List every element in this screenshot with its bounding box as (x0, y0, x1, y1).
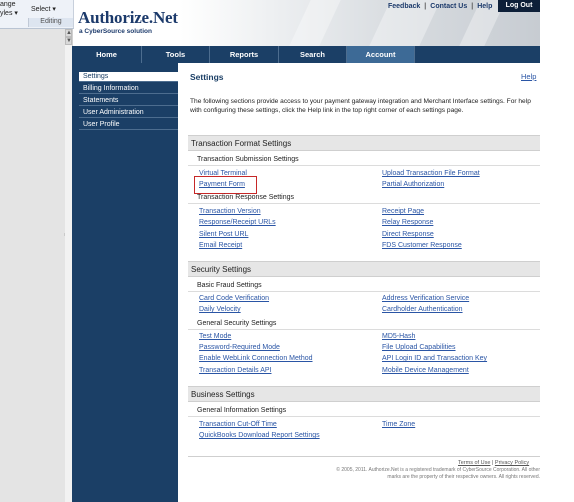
link-api-login-id[interactable]: API Login ID and Transaction Key (382, 355, 487, 362)
help-link[interactable]: Help (521, 72, 536, 81)
footer-links: Terms of Use | Privacy Policy (458, 460, 529, 466)
privacy-policy-link[interactable]: Privacy Policy (495, 460, 529, 466)
sidebar-item-user-profile[interactable]: User Profile (79, 120, 178, 130)
link-time-zone[interactable]: Time Zone (382, 421, 415, 428)
divider (188, 291, 540, 292)
intro-text: The following sections provide access to… (190, 98, 531, 114)
subsection-general-security: General Security Settings (197, 320, 277, 327)
link-md5-hash[interactable]: MD5-Hash (382, 333, 415, 340)
section-business: Business Settings (188, 386, 540, 402)
tab-search[interactable]: Search (279, 46, 347, 63)
top-links: Feedback | Contact Us | Help (388, 3, 493, 10)
link-email-receipt[interactable]: Email Receipt (199, 242, 242, 249)
link-file-upload-capabilities[interactable]: File Upload Capabilities (382, 344, 456, 351)
tab-account[interactable]: Account (347, 46, 415, 63)
divider (188, 203, 540, 204)
section-transaction-format: Transaction Format Settings (188, 135, 540, 151)
logout-button[interactable]: Log Out (498, 0, 540, 12)
scroll-down-icon[interactable]: ▼ (65, 37, 72, 45)
divider (188, 416, 540, 417)
link-upload-transaction-file[interactable]: Upload Transaction File Format (382, 170, 480, 177)
link-quickbooks-download[interactable]: QuickBooks Download Report Settings (199, 432, 320, 439)
feedback-link[interactable]: Feedback (388, 3, 420, 10)
copyright-text: © 2005, 2011. Authorize.Net is a registe… (336, 467, 540, 480)
sidebar-item-user-admin[interactable]: User Administration (79, 108, 178, 118)
highlight-box (194, 176, 257, 194)
divider (188, 329, 540, 330)
sidebar-item-settings[interactable]: Settings (79, 72, 178, 82)
link-transaction-cutoff-time[interactable]: Transaction Cut-Off Time (199, 421, 277, 428)
link-silent-post-url[interactable]: Silent Post URL (199, 231, 248, 238)
tab-home[interactable]: Home (72, 46, 142, 63)
link-daily-velocity[interactable]: Daily Velocity (199, 306, 241, 313)
help-top-link[interactable]: Help (477, 3, 492, 10)
page-title: Settings (190, 72, 224, 82)
scroll-up-icon[interactable]: ▲ (65, 29, 72, 37)
link-enable-weblink[interactable]: Enable WebLink Connection Method (199, 355, 313, 362)
select-dropdown[interactable]: Select ▾ (31, 5, 56, 13)
link-password-required-mode[interactable]: Password-Required Mode (199, 344, 280, 351)
change-styles-label[interactable]: ange (0, 1, 16, 8)
logo-tagline: a CyberSource solution (79, 28, 152, 35)
link-transaction-version[interactable]: Transaction Version (199, 208, 261, 215)
subsection-response: Transaction Response Settings (197, 194, 295, 201)
authorize-net-logo[interactable]: Authorize.Net (78, 8, 178, 28)
divider (188, 165, 540, 166)
section-security: Security Settings (188, 261, 540, 277)
subsection-general-information: General Information Settings (197, 407, 287, 414)
subsection-basic-fraud: Basic Fraud Settings (197, 282, 262, 289)
footer-divider (188, 456, 540, 457)
contact-us-link[interactable]: Contact Us (430, 3, 467, 10)
tab-reports[interactable]: Reports (210, 46, 279, 63)
link-mobile-device-management[interactable]: Mobile Device Management (382, 367, 469, 374)
link-fds-customer-response[interactable]: FDS Customer Response (382, 242, 462, 249)
link-partial-authorization[interactable]: Partial Authorization (382, 181, 444, 188)
tab-tools[interactable]: Tools (142, 46, 210, 63)
sidebar-item-billing[interactable]: Billing Information (79, 84, 178, 94)
link-cardholder-authentication[interactable]: Cardholder Authentication (382, 306, 463, 313)
link-test-mode[interactable]: Test Mode (199, 333, 231, 340)
link-direct-response[interactable]: Direct Response (382, 231, 434, 238)
link-relay-response[interactable]: Relay Response (382, 219, 433, 226)
link-card-code-verification[interactable]: Card Code Verification (199, 295, 269, 302)
ribbon-fragment: ange yles ▾ Select ▾ Editing (0, 0, 74, 29)
terms-of-use-link[interactable]: Terms of Use (458, 460, 490, 466)
styles-dropdown[interactable]: yles ▾ (0, 9, 18, 17)
link-address-verification[interactable]: Address Verification Service (382, 295, 469, 302)
subsection-submission: Transaction Submission Settings (197, 156, 299, 163)
document-gutter (0, 29, 66, 502)
link-response-receipt-urls[interactable]: Response/Receipt URLs (199, 219, 276, 226)
link-receipt-page[interactable]: Receipt Page (382, 208, 424, 215)
sidebar-item-statements[interactable]: Statements (79, 96, 178, 106)
link-transaction-details-api[interactable]: Transaction Details API (199, 367, 272, 374)
editing-group-label: Editing (28, 18, 73, 27)
